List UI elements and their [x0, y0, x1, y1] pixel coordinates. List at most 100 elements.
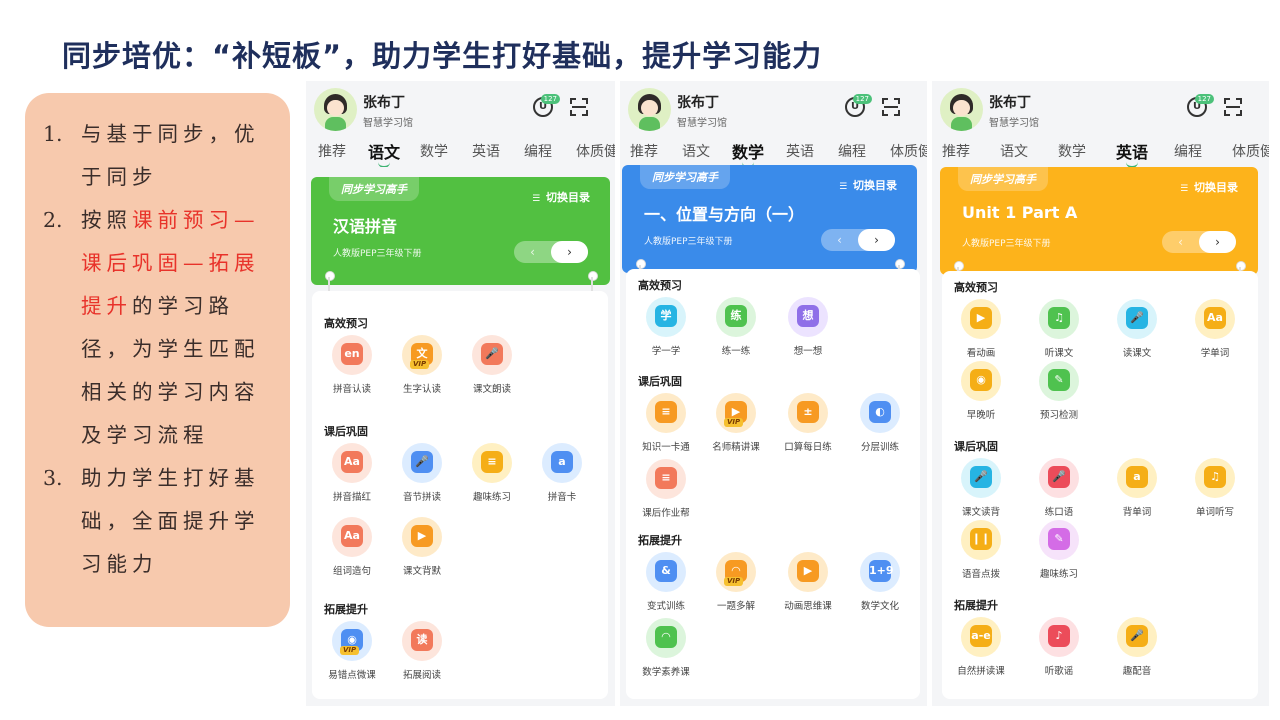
feature-label: 预习检测	[1039, 410, 1078, 421]
feature-icon: 学	[646, 297, 686, 337]
avatar[interactable]	[314, 88, 357, 131]
prev-button[interactable]: ‹	[514, 241, 551, 263]
switch-catalog-label: 切换目录	[542, 191, 590, 204]
user-school: 智慧学习馆	[677, 118, 727, 129]
feature-item[interactable]: 学学一学	[630, 297, 702, 357]
feature-item[interactable]: ♪ 听歌谣	[1020, 617, 1098, 677]
feature-item[interactable]: ▶ VIP 名师精讲课	[700, 393, 772, 453]
switch-catalog-button[interactable]: ☰ 切换目录	[532, 189, 590, 205]
tab-subject[interactable]: 英语	[1116, 141, 1148, 167]
feature-item[interactable]: ◠ 数学素养课	[630, 618, 702, 678]
tab-subject[interactable]: 语文	[682, 141, 710, 161]
tab-subject[interactable]: 体质健	[576, 141, 615, 161]
scan-corner	[1224, 98, 1230, 104]
tab-subject[interactable]: 编程	[1174, 141, 1202, 161]
bullet-number: 2.	[43, 208, 63, 232]
feature-item[interactable]: ± 口算每日练	[772, 393, 844, 453]
feature-item[interactable]: & 变式训练	[630, 552, 702, 612]
tab-subject[interactable]: 编程	[838, 141, 866, 161]
feature-item[interactable]: ▶ 课文背默	[387, 517, 457, 577]
feature-icon: 读	[402, 621, 442, 661]
tab-subject[interactable]: 推荐	[942, 141, 970, 161]
feature-item[interactable]: 🎤 读课文	[1098, 299, 1176, 359]
feature-item[interactable]: ≡ 知识一卡通	[630, 393, 702, 453]
course-banner[interactable]: 同步学习高手 ☰ 切换目录 Unit 1 Part A 人教版PEP三年级下册 ‹ ›	[940, 167, 1258, 275]
feature-item[interactable]: a 拼音卡	[527, 443, 597, 503]
tab-subject[interactable]: 英语	[786, 141, 814, 161]
feature-item[interactable]: ▶ 动画思维课	[772, 552, 844, 612]
feature-glyph: ▶	[411, 525, 433, 547]
feature-item[interactable]: ♫ 单词听写	[1176, 458, 1254, 518]
feature-label: 趣味练习	[472, 492, 511, 503]
slide-title: 同步培优：“补短板”，助力学生打好基础，提升学习能力	[62, 39, 823, 73]
feature-glyph: 🎤	[411, 451, 433, 473]
feature-icon: ✎	[1039, 520, 1079, 560]
feature-item[interactable]: ✎ 预习检测	[1020, 361, 1098, 421]
feature-item[interactable]: 读拓展阅读	[387, 621, 457, 681]
feature-item[interactable]: ◐ 分层训练	[844, 393, 916, 453]
feature-glyph: 读	[411, 629, 433, 651]
feature-item[interactable]: a 背单词	[1098, 458, 1176, 518]
scan-icon[interactable]	[1224, 98, 1242, 116]
feature-item[interactable]: ▶ 看动画	[942, 299, 1020, 359]
tab-subject[interactable]: 推荐	[630, 141, 658, 161]
feature-item[interactable]: ◉ VIP 易错点微课	[317, 621, 387, 681]
feature-item[interactable]: Aa 组词造句	[317, 517, 387, 577]
tab-subject[interactable]: 编程	[524, 141, 552, 161]
next-button[interactable]: ›	[858, 229, 895, 251]
feature-item[interactable]: ✎ 趣味练习	[1020, 520, 1098, 580]
tab-subject[interactable]: 语文	[1000, 141, 1028, 161]
avatar-face	[327, 100, 344, 116]
feature-item[interactable]: 🎤 练口语	[1020, 458, 1098, 518]
feature-item[interactable]: ❙❙ 语音点拨	[942, 520, 1020, 580]
scan-icon[interactable]	[882, 98, 900, 116]
feature-icon: Aa	[332, 443, 372, 483]
feature-glyph: ♫	[1048, 307, 1070, 329]
tab-subject[interactable]: 数学	[732, 141, 764, 167]
feature-item[interactable]: ♫ 听课文	[1020, 299, 1098, 359]
next-button[interactable]: ›	[1199, 231, 1236, 253]
feature-item[interactable]: 🎤 音节拼读	[387, 443, 457, 503]
feature-item[interactable]: 文 VIP 生字认读	[387, 335, 457, 395]
feature-item[interactable]: 练练一练	[700, 297, 772, 357]
next-button[interactable]: ›	[551, 241, 588, 263]
coin-count-badge: 127	[1194, 94, 1214, 104]
feature-item[interactable]: 🎤 课文朗读	[457, 335, 527, 395]
phone-screen-chinese: 张布丁 智慧学习馆 U 127 推荐 语文 数学 英语 编程 体质健 同步学习高手 ☰ 切换目录 汉语拼…	[306, 81, 615, 706]
course-banner[interactable]: 同步学习高手 ☰ 切换目录 汉语拼音 人教版PEP三年级下册 ‹ ›	[311, 177, 610, 285]
prev-button[interactable]: ‹	[821, 229, 858, 251]
feature-item[interactable]: a-e 自然拼读课	[942, 617, 1020, 677]
feature-label: 知识一卡通	[642, 442, 690, 453]
switch-catalog-button[interactable]: ☰ 切换目录	[1180, 179, 1238, 195]
feature-label: 课后作业帮	[642, 508, 690, 519]
avatar[interactable]	[940, 88, 983, 131]
banner-tag: 同步学习高手	[958, 167, 1048, 191]
bullet-segment: 助力学生打好基础，全面提升学习能力	[81, 466, 260, 576]
feature-item[interactable]: ≡ 趣味练习	[457, 443, 527, 503]
feature-item[interactable]: 1+9 数学文化	[844, 552, 916, 612]
feature-item[interactable]: ◠ VIP 一题多解	[700, 552, 772, 612]
feature-item[interactable]: 🎤 趣配音	[1098, 617, 1176, 677]
feature-item[interactable]: en 拼音认读	[317, 335, 387, 395]
feature-item[interactable]: 🎤 课文读背	[942, 458, 1020, 518]
tab-subject[interactable]: 语文	[368, 141, 400, 167]
course-banner[interactable]: 同步学习高手 ☰ 切换目录 一、位置与方向（一） 人教版PEP三年级下册 ‹ ›	[622, 165, 917, 273]
feature-item[interactable]: ◉ 早晚听	[942, 361, 1020, 421]
avatar[interactable]	[628, 88, 671, 131]
feature-label: 口算每日练	[784, 442, 832, 453]
tab-subject[interactable]: 推荐	[318, 141, 346, 161]
feature-item[interactable]: Aa 拼音描红	[317, 443, 387, 503]
switch-catalog-button[interactable]: ☰ 切换目录	[839, 177, 897, 193]
tab-subject[interactable]: 体质健	[1232, 141, 1269, 161]
tab-subject[interactable]: 英语	[472, 141, 500, 161]
prev-button[interactable]: ‹	[1162, 231, 1199, 253]
tab-subject[interactable]: 数学	[1058, 141, 1086, 161]
feature-item[interactable]: ≡ 课后作业帮	[630, 459, 702, 519]
feature-glyph: ♫	[1204, 466, 1226, 488]
scan-icon[interactable]	[570, 98, 588, 116]
tab-subject[interactable]: 数学	[420, 141, 448, 161]
tab-subject[interactable]: 体质健	[890, 141, 927, 161]
feature-item[interactable]: Aa 学单词	[1176, 299, 1254, 359]
bullet-text: 助力学生打好基础，全面提升学习能力	[81, 457, 276, 586]
feature-item[interactable]: 想想一想	[772, 297, 844, 357]
